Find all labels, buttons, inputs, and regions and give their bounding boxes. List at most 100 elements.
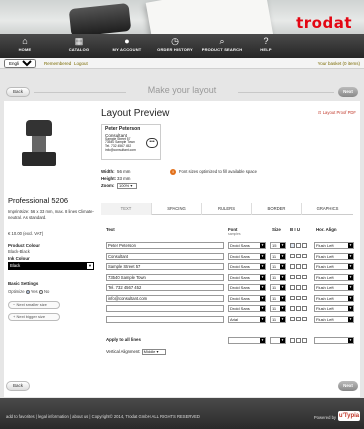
size-select[interactable]: 11 ▼ [270,263,286,270]
apply-underline-checkbox[interactable] [302,338,307,343]
next-bigger-size-button[interactable]: + Next bigger size [8,313,60,321]
bold-checkbox[interactable] [290,295,295,300]
align-select[interactable]: Flush Left ▼ [314,242,354,249]
zoom-select[interactable]: 100% ▾ [117,182,137,189]
font-select[interactable]: Droid Sans ▼ [228,263,266,270]
brand-logo[interactable]: trodat [296,14,352,32]
font-select[interactable]: Arial ▼ [228,315,266,323]
nav-help[interactable]: ? HELP [254,36,278,56]
tab-spacing[interactable]: SPACING [151,203,201,215]
align-select[interactable]: Flush Left ▼ [314,315,354,323]
line-text-input[interactable]: Peter Peterson [106,242,224,249]
layout-proof-pdf-link[interactable]: ⊡ Layout Proof PDF [318,110,356,115]
underline-checkbox[interactable] [302,243,307,248]
italic-checkbox[interactable] [296,316,301,321]
italic-checkbox[interactable] [296,274,301,279]
nav-product-search[interactable]: ⌕ PRODUCT SEARCH [200,36,244,56]
valign-select[interactable]: Middle ▾ [141,349,166,355]
underline-checkbox[interactable] [302,264,307,269]
width-value: 56 mm [117,169,131,174]
next-smaller-size-button[interactable]: − Next smaller size [8,301,60,309]
bold-checkbox[interactable] [290,306,295,311]
footer-links[interactable]: add to favorites | legal information | a… [6,414,200,419]
bigger-label: Next bigger size [16,314,46,319]
font-select[interactable]: Droid Sans ▼ [228,242,266,249]
apply-italic-checkbox[interactable] [296,338,301,343]
underline-checkbox[interactable] [302,274,307,279]
line-text-input[interactable] [106,305,224,312]
italic-checkbox[interactable] [296,295,301,300]
remembered-link[interactable]: Remembered [44,61,71,66]
size-select[interactable]: 11 ▼ [270,273,286,281]
nav-my-account[interactable]: ● MY ACCOUNT [108,36,146,56]
size-select[interactable]: 11 ▼ [270,252,286,260]
size-select[interactable]: 15 ▼ [270,242,286,249]
align-select[interactable]: Flush Left ▼ [314,252,354,260]
line-text-input[interactable]: info@consultant.com [106,294,224,302]
tab-border[interactable]: BORDER [251,203,301,215]
italic-checkbox[interactable] [296,306,301,311]
ink-colour-select[interactable]: Black ▼ [8,262,94,270]
logout-link[interactable]: Logout [74,61,88,66]
search-icon: ⌕ [219,36,225,46]
align-select[interactable]: Flush Left ▼ [314,263,354,270]
optimize-yes-radio[interactable] [25,289,30,294]
nav-label: HELP [260,47,272,52]
size-select[interactable]: 11 ▼ [270,294,286,302]
font-select[interactable]: Droid Sans ▼ [228,273,266,281]
underline-checkbox[interactable] [302,285,307,290]
next-button[interactable]: Next [338,87,358,97]
bold-checkbox[interactable] [290,264,295,269]
next-button-bottom[interactable]: Next [338,381,358,391]
apply-bold-checkbox[interactable] [290,338,295,343]
line-text-input[interactable]: Tel. 732 4567 452 [106,284,224,291]
italic-checkbox[interactable] [296,243,301,248]
nav-order-history[interactable]: ◷ ORDER HISTORY [154,36,196,56]
align-select[interactable]: Flush Left ▼ [314,273,354,281]
chevron-down-icon: ▼ [348,264,353,269]
line-text-input[interactable]: Sample Street 57 [106,263,224,270]
underline-checkbox[interactable] [302,316,307,321]
underline-checkbox[interactable] [302,306,307,311]
basket-link[interactable]: Your basket (0 items) [318,61,360,66]
typia-logo[interactable]: u'Typia [338,411,360,421]
italic-checkbox[interactable] [296,264,301,269]
optimize-no-radio[interactable] [38,289,43,294]
underline-checkbox[interactable] [302,253,307,258]
nav-home[interactable]: ⌂ HOME [6,36,44,56]
align-select[interactable]: Flush Left ▼ [314,284,354,291]
back-button-bottom[interactable]: Back [6,381,30,391]
line-text-input[interactable]: 73540 Sample Town [106,273,224,281]
tab-graphics[interactable]: GRAPHICS [301,203,353,215]
back-button[interactable]: Back [6,87,30,97]
apply-size-select[interactable]: ▼ [270,337,286,344]
apply-align-select[interactable]: ▼ [314,337,354,344]
align-select[interactable]: Flush Left ▼ [314,294,354,302]
nav-catalog[interactable]: ▦ CATALOG [60,36,98,56]
size-select[interactable]: 11 ▼ [270,305,286,312]
underline-checkbox[interactable] [302,295,307,300]
font-value: Droid Sans [230,306,250,311]
tab-text[interactable]: TEXT [101,203,151,215]
line-text-input[interactable]: Consultant [106,252,224,260]
font-select[interactable]: Droid Sans ▼ [228,252,266,260]
bold-checkbox[interactable] [290,285,295,290]
font-select[interactable]: Droid Sans ▼ [228,284,266,291]
line-text-input[interactable] [106,315,224,323]
size-select[interactable]: 11 ▼ [270,284,286,291]
italic-checkbox[interactable] [296,253,301,258]
bold-checkbox[interactable] [290,253,295,258]
language-select[interactable]: English (UK) [4,59,36,68]
apply-font-select[interactable]: ▼ [228,337,266,344]
nav-label: ORDER HISTORY [157,47,193,52]
font-select[interactable]: Droid Sans ▼ [228,305,266,312]
chevron-down-icon: ▼ [260,274,265,280]
bold-checkbox[interactable] [290,243,295,248]
italic-checkbox[interactable] [296,285,301,290]
size-select[interactable]: 11 ▼ [270,315,286,323]
font-select[interactable]: Droid Sans ▼ [228,294,266,302]
bold-checkbox[interactable] [290,316,295,321]
bold-checkbox[interactable] [290,274,295,279]
tab-rulers[interactable]: RULERS [201,203,251,215]
align-select[interactable]: Flush Left ▼ [314,305,354,312]
